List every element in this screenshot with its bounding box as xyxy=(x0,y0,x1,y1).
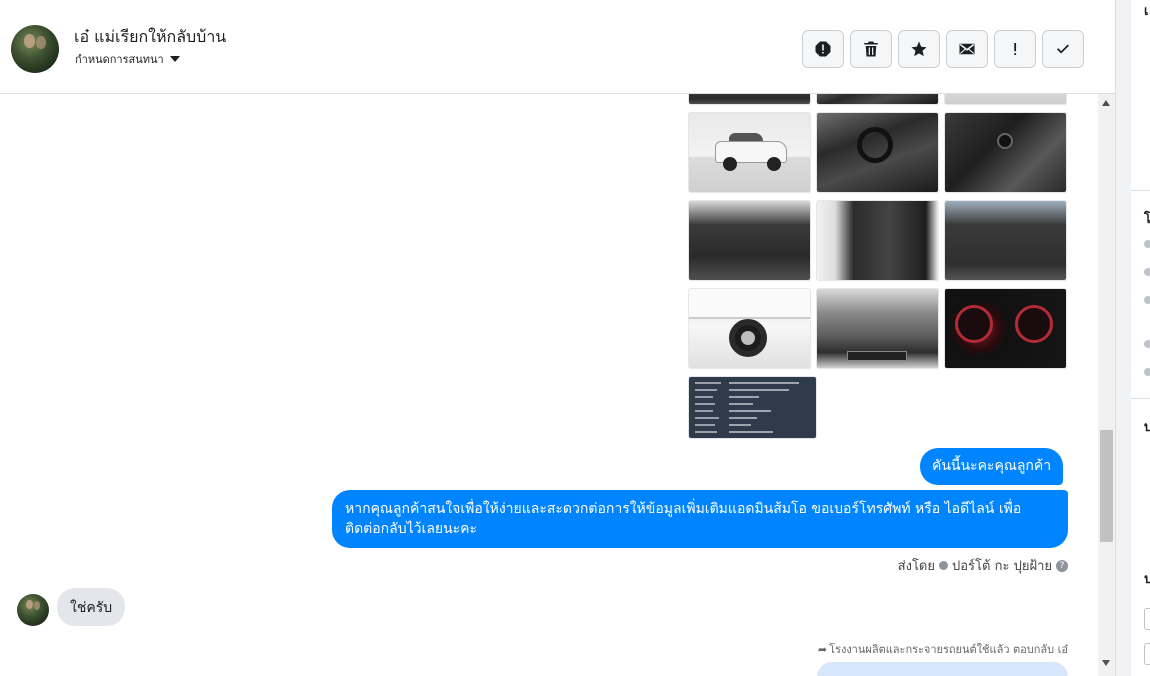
scrollbar-thumb[interactable] xyxy=(1100,430,1113,542)
panel-icon xyxy=(1144,296,1150,304)
exclamation-icon xyxy=(1014,43,1017,55)
panel-divider-line xyxy=(1131,398,1150,399)
photo-thumbnail[interactable] xyxy=(944,94,1067,105)
photo-engine[interactable] xyxy=(816,288,939,369)
mark-done-button[interactable] xyxy=(1042,30,1084,68)
toolbar xyxy=(802,30,1084,68)
scroll-down-icon[interactable] xyxy=(1102,660,1110,666)
photo-door-panel[interactable] xyxy=(816,200,939,281)
photo-rear-seats[interactable] xyxy=(944,200,1067,281)
reply-note-text: โรงงานผลิตและกระจายรถยนต์ใช้แล้ว ตอบกลับ… xyxy=(829,643,1068,656)
scroll-up-icon[interactable] xyxy=(1102,100,1110,106)
sent-by-label: ส่งโดย xyxy=(897,559,935,574)
outgoing-message[interactable]: คันนี้นะคะคุณลูกค้า xyxy=(920,448,1064,485)
panel-input[interactable] xyxy=(1144,608,1150,630)
panel-heading-fragment: ป xyxy=(1144,572,1150,587)
panel-heading-fragment: บ xyxy=(1144,420,1150,435)
inbox-app: เอ๋ แม่เรียกให้กลับบ้าน กำหนดการสนทนา คั… xyxy=(0,0,1150,676)
panel-heading-fragment: โ xyxy=(1144,212,1150,227)
contact-details-panel: เ โ บ ป xyxy=(1115,0,1150,676)
photo-front-interior[interactable] xyxy=(688,200,811,281)
trash-icon xyxy=(864,41,878,57)
contact-name[interactable]: เอ๋ แม่เรียกให้กลับบ้าน xyxy=(74,25,226,50)
outgoing-message-partial[interactable] xyxy=(817,662,1068,676)
panel-heading-fragment: เ xyxy=(1144,4,1149,19)
follow-up-button[interactable] xyxy=(994,30,1036,68)
reply-note: ➦ โรงงานผลิตและกระจายรถยนต์ใช้แล้ว ตอบกล… xyxy=(818,640,1068,658)
panel-icon xyxy=(1144,368,1150,376)
panel-input[interactable] xyxy=(1144,643,1150,665)
star-icon xyxy=(911,41,927,57)
conversation-options[interactable]: กำหนดการสนทนา xyxy=(75,50,180,68)
thread-scrollbar[interactable] xyxy=(1098,94,1115,676)
panel-icon xyxy=(1144,268,1150,276)
delete-button[interactable] xyxy=(850,30,892,68)
photo-wheel[interactable] xyxy=(688,288,811,369)
spam-icon xyxy=(815,41,831,57)
sent-by-info: ส่งโดย ปอร์โต้ กะ ปุยฝ้าย ? xyxy=(898,555,1068,576)
outgoing-message[interactable]: หากคุณลูกค้าสนใจเพื่อให้ง่ายและสะดวกต่อก… xyxy=(332,490,1068,548)
conversation-options-label: กำหนดการสนทนา xyxy=(75,53,164,66)
mark-unread-button[interactable] xyxy=(946,30,988,68)
panel-divider-line xyxy=(1131,190,1150,191)
sender-avatar[interactable] xyxy=(17,594,49,626)
photo-thumbnail[interactable] xyxy=(688,94,811,105)
panel-divider xyxy=(1116,0,1131,676)
photo-truck-exterior[interactable] xyxy=(688,112,811,193)
message-thread[interactable]: คันนี้นะคะคุณลูกค้า หากคุณลูกค้าสนใจเพื่… xyxy=(0,94,1098,676)
conversation-header: เอ๋ แม่เรียกให้กลับบ้าน กำหนดการสนทนา xyxy=(0,0,1115,94)
photo-thumbnail[interactable] xyxy=(816,94,939,105)
star-button[interactable] xyxy=(898,30,940,68)
photo-gauges[interactable] xyxy=(944,288,1067,369)
sent-by-name: ปอร์โต้ กะ ปุยฝ้าย xyxy=(952,559,1052,574)
caret-down-icon xyxy=(169,56,180,62)
panel-icon xyxy=(1144,240,1150,248)
incoming-message[interactable]: ใช่ครับ xyxy=(57,588,126,626)
mark-spam-button[interactable] xyxy=(802,30,844,68)
check-icon xyxy=(1057,44,1069,54)
envelope-icon xyxy=(959,43,975,55)
photo-spec-sheet[interactable] xyxy=(688,376,817,439)
reply-arrow-icon: ➦ xyxy=(817,642,828,656)
photo-dashboard[interactable] xyxy=(816,112,939,193)
verified-icon xyxy=(939,561,948,570)
photo-gear-shift[interactable] xyxy=(944,112,1067,193)
contact-avatar[interactable] xyxy=(11,25,59,73)
panel-icon xyxy=(1144,340,1150,348)
help-icon[interactable]: ? xyxy=(1056,559,1068,572)
